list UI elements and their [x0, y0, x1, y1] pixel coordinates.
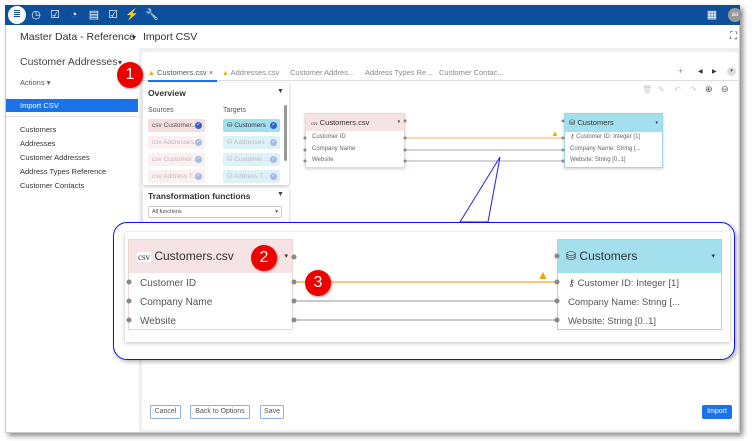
import-button[interactable]: Import: [702, 405, 732, 419]
save-button[interactable]: Save: [260, 405, 284, 419]
step-badge-3: 3: [305, 270, 331, 296]
step-badge-1: 1: [117, 62, 143, 88]
warning-icon: ▲: [537, 268, 549, 282]
back-to-options-button[interactable]: Back to Options: [190, 405, 250, 419]
mapping-lines-zoomed: ▲: [126, 253, 560, 323]
step-badge-2: 2: [251, 245, 277, 271]
cancel-button[interactable]: Cancel: [150, 405, 181, 419]
